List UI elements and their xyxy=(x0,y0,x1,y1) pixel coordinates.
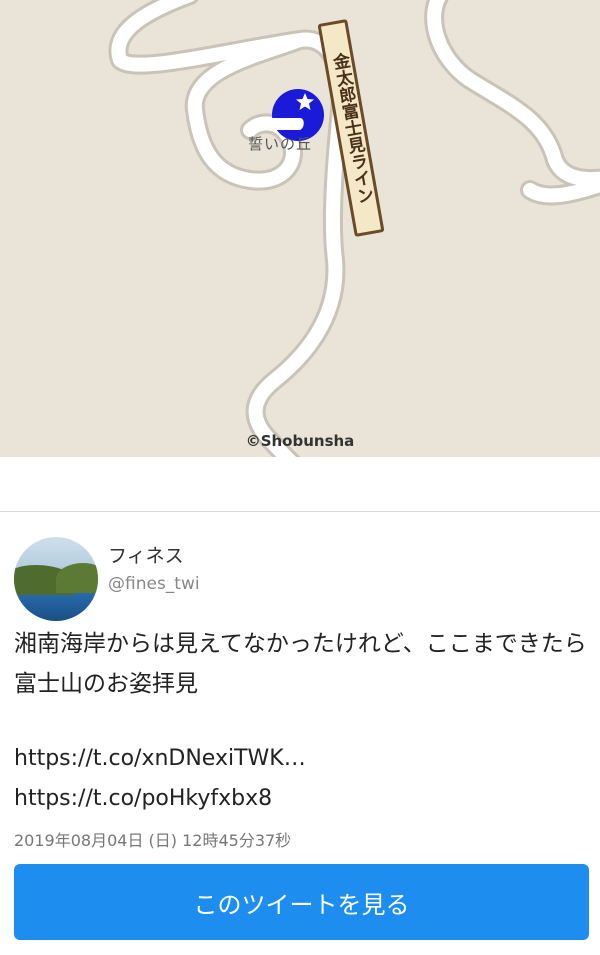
map-copyright: ©Shobunsha xyxy=(245,432,355,450)
user-name[interactable]: フィネス xyxy=(108,541,184,568)
view-tweet-button[interactable]: このツイートを見る xyxy=(14,864,589,940)
map-view[interactable]: 誓いの丘 金太郎富士見ライン ©Shobunsha xyxy=(0,0,600,457)
tweet-date: 2019年08月04日 (日) 12時45分37秒 xyxy=(14,831,292,850)
map-roads xyxy=(108,0,600,457)
tweet-text: 湘南海岸からは見えてなかったけれど、ここまできたら富士山のお姿拝見 xyxy=(14,631,587,697)
user-handle[interactable]: @fines_twi xyxy=(108,574,200,594)
tweet-link[interactable]: https://t.co/poHkyfxbx8 xyxy=(14,786,272,811)
tweet-link[interactable]: https://t.co/xnDNexiTWK… xyxy=(14,746,306,771)
divider xyxy=(0,511,600,512)
avatar[interactable] xyxy=(14,537,98,621)
place-label: 誓いの丘 xyxy=(248,135,313,153)
